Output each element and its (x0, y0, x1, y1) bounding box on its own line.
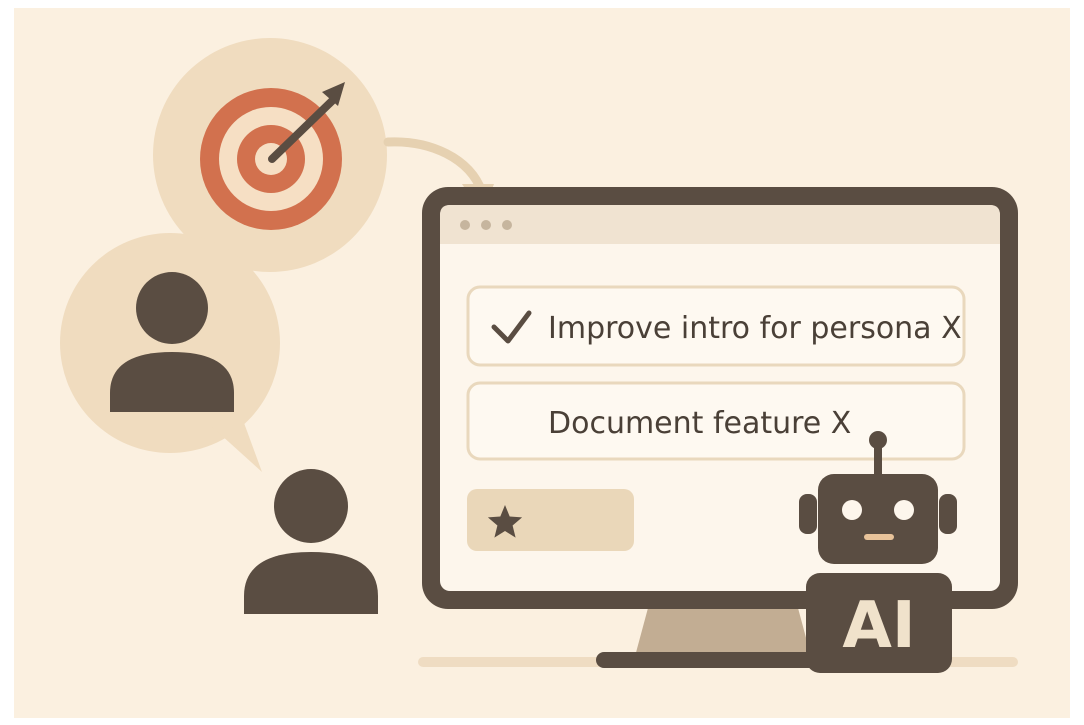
illustration: Improve intro for persona X Document fea… (14, 8, 1070, 718)
window-dot (502, 220, 512, 230)
favorite-button[interactable] (467, 489, 634, 551)
task-label: Improve intro for persona X (548, 311, 962, 346)
window-dot (460, 220, 470, 230)
ai-badge: AI (806, 573, 952, 673)
task-item[interactable]: Document feature X (466, 381, 966, 461)
task-item[interactable]: Improve intro for persona X (466, 285, 966, 367)
task-label: Document feature X (548, 406, 851, 441)
ai-badge-label: AI (842, 589, 915, 663)
window-dot (481, 220, 491, 230)
monitor: Improve intro for persona X Document fea… (422, 187, 1018, 673)
window-titlebar (440, 205, 1000, 244)
